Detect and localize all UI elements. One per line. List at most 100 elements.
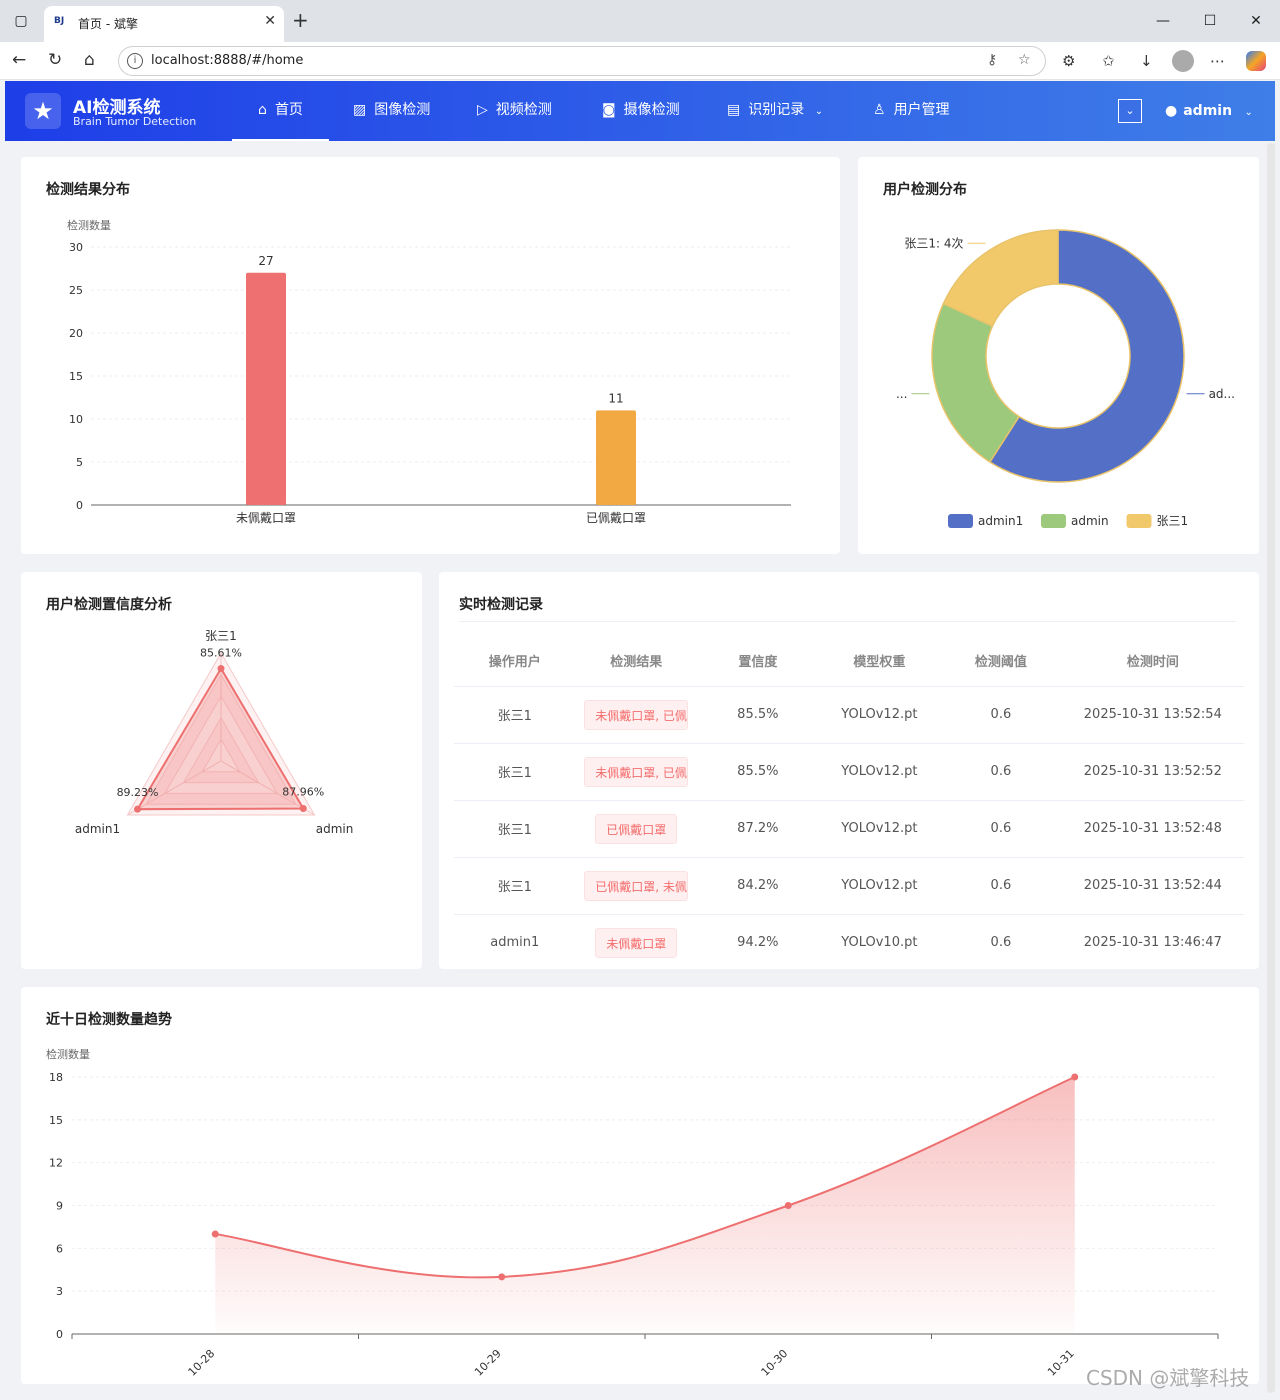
nav-user-management[interactable]: ♙ 用户管理	[873, 81, 950, 141]
result-tag: 未佩戴口罩	[595, 927, 678, 958]
callout-label: ...	[896, 387, 907, 401]
nav-records[interactable]: ▤ 识别记录 ⌄	[727, 81, 823, 141]
radar-axis-label: admin	[316, 822, 354, 836]
donut-chart: ad...... 张三1: 4次 admin1 admin 张三1	[896, 229, 1235, 528]
downloads-icon[interactable]: ↓	[1140, 52, 1153, 70]
cell-result: 已佩戴口罩	[575, 800, 698, 858]
window-close-icon[interactable]: ✕	[1243, 8, 1269, 34]
radar-point	[217, 665, 225, 673]
y-tick-label: 6	[56, 1242, 63, 1255]
copilot-icon[interactable]	[1246, 51, 1266, 71]
table-row[interactable]: admin1 未佩戴口罩 94.2% YOLOv10.pt 0.6 2025-1…	[454, 914, 1244, 972]
x-tick-label: 10-30	[759, 1347, 791, 1379]
cell-model: YOLOv10.pt	[818, 914, 941, 972]
home-icon[interactable]: ⌂	[84, 50, 95, 70]
new-tab-icon[interactable]: +	[292, 8, 309, 32]
site-info-icon[interactable]: i	[127, 53, 143, 69]
nav-camera-detection[interactable]: ◙ 摄像检测	[602, 81, 680, 141]
data-point	[1071, 1073, 1079, 1081]
column-header[interactable]: 模型权重	[818, 636, 941, 687]
minimize-icon[interactable]: —	[1150, 8, 1176, 34]
data-point	[211, 1230, 219, 1238]
chevron-down-icon: ⌄	[1244, 107, 1253, 118]
y-tick-label: 15	[49, 1114, 63, 1127]
nav-video-detection[interactable]: ▷ 视频检测	[477, 81, 552, 141]
nav-label: 视频检测	[495, 102, 552, 118]
nav-image-detection[interactable]: ▨ 图像检测	[353, 81, 430, 141]
url-text: localhost:8888/#/home	[151, 53, 304, 68]
column-header[interactable]: 操作用户	[454, 636, 576, 687]
reload-icon[interactable]: ↻	[48, 50, 62, 70]
more-menu-icon[interactable]: ⋯	[1210, 52, 1225, 70]
cell-result: 未佩戴口罩, 已佩戴口罩	[575, 743, 698, 801]
y-tick-label: 9	[56, 1200, 63, 1213]
camera-icon: ◙	[602, 102, 616, 118]
x-tick-label: 已佩戴口罩	[586, 510, 646, 525]
url-input[interactable]: i localhost:8888/#/home ⚷ ☆	[118, 46, 1046, 76]
document-icon: ▤	[727, 102, 741, 118]
key-icon[interactable]: ⚷	[987, 52, 997, 68]
user-icon: ♙	[873, 102, 886, 118]
cell-confidence: 87.2%	[697, 800, 819, 858]
extensions-icon[interactable]: ⚙	[1062, 52, 1075, 70]
radar-point	[134, 805, 142, 813]
cell-model: YOLOv12.pt	[818, 857, 941, 915]
x-tick-label: 10-29	[472, 1347, 504, 1379]
column-header[interactable]: 检测时间	[1061, 636, 1244, 687]
callout-label: ad...	[1209, 387, 1235, 401]
column-header[interactable]: 检测阈值	[940, 636, 1062, 687]
nav-label: 用户管理	[893, 102, 950, 118]
nav-label: 首页	[274, 102, 303, 118]
chevron-down-icon: ⌄	[814, 106, 824, 117]
user-menu[interactable]: ● admin ⌄	[1165, 81, 1253, 143]
table-row[interactable]: 张三1 已佩戴口罩, 未佩戴口罩 84.2% YOLOv12.pt 0.6 20…	[454, 857, 1244, 915]
home-icon: ⌂	[258, 102, 267, 118]
trend-card: 近十日检测数量趋势 检测数量 0 3 6 9 12 15 18 10-28 10-29 10-30 1…	[21, 987, 1259, 1384]
cell-user: 张三1	[454, 800, 576, 858]
tab-actions-icon[interactable]: ▢	[8, 8, 34, 34]
card-title: 实时检测记录	[459, 597, 543, 613]
cell-time: 2025-10-31 13:52:48	[1061, 800, 1244, 858]
nav-home[interactable]: ⌂ 首页	[232, 81, 329, 141]
legend-swatch	[1041, 514, 1066, 528]
profile-avatar[interactable]	[1172, 50, 1194, 72]
cell-user: 张三1	[454, 857, 576, 915]
cell-user: 张三1	[454, 743, 576, 801]
fullscreen-toggle-icon[interactable]: ⌄	[1118, 99, 1142, 123]
page-scrollbar[interactable]	[1267, 143, 1275, 1393]
data-point	[498, 1273, 506, 1281]
y-tick-label: 3	[56, 1285, 63, 1298]
y-tick-label: 10	[69, 413, 83, 426]
favorites-icon[interactable]: ✩	[1102, 52, 1115, 70]
back-icon[interactable]: ←	[12, 50, 26, 70]
y-tick-label: 0	[76, 499, 83, 512]
divider	[459, 621, 1236, 622]
column-header[interactable]: 检测结果	[575, 636, 698, 687]
bar	[246, 272, 286, 505]
callout-label: 张三1: 4次	[904, 236, 963, 250]
table-row[interactable]: 张三1 未佩戴口罩, 已佩戴口罩 85.5% YOLOv12.pt 0.6 20…	[454, 743, 1244, 801]
cell-time: 2025-10-31 13:52:54	[1061, 686, 1244, 744]
bar-value-label: 11	[608, 391, 623, 405]
legend-label: admin	[1071, 514, 1109, 528]
star-logo-icon: ★	[25, 93, 61, 129]
radar-axis-label: admin1	[75, 822, 120, 836]
favorite-star-icon[interactable]: ☆	[1018, 52, 1031, 68]
radar-point	[299, 804, 307, 812]
cell-threshold: 0.6	[940, 743, 1062, 801]
browser-tab[interactable]: BJ 首页 - 斌擎 ✕	[44, 6, 284, 42]
cell-user: 张三1	[454, 686, 576, 744]
table-row[interactable]: 张三1 未佩戴口罩, 已佩戴口罩 85.5% YOLOv12.pt 0.6 20…	[454, 686, 1244, 744]
trend-area-chart: 检测数量 0 3 6 9 12 15 18 10-28 10-29 10-30 10-31	[46, 1047, 1219, 1379]
column-header[interactable]: 置信度	[697, 636, 819, 687]
user-distribution-card: 用户检测分布 ad...... 张三1: 4次 admin1 admin 张三1	[858, 157, 1259, 554]
y-tick-label: 18	[49, 1071, 63, 1084]
table-row[interactable]: 张三1 已佩戴口罩 87.2% YOLOv12.pt 0.6 2025-10-3…	[454, 800, 1244, 858]
maximize-icon[interactable]: ☐	[1197, 8, 1223, 34]
cell-time: 2025-10-31 13:52:44	[1061, 857, 1244, 915]
user-name: admin	[1183, 103, 1233, 119]
user-avatar-icon: ●	[1165, 103, 1178, 119]
tab-close-icon[interactable]: ✕	[264, 13, 276, 29]
tab-favicon: BJ	[54, 16, 65, 26]
cell-result: 未佩戴口罩	[575, 914, 698, 972]
